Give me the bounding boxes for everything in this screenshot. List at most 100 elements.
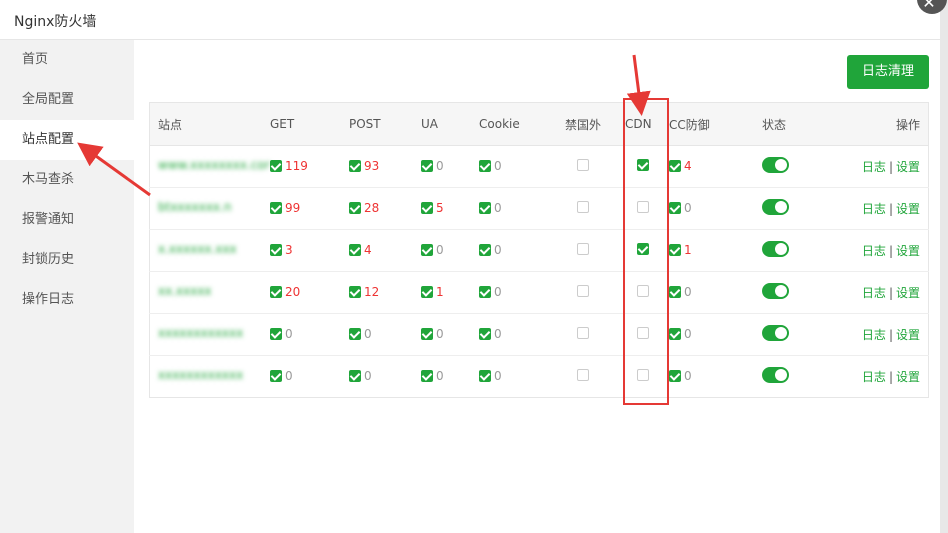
checkbox-unchecked-icon[interactable]: [637, 285, 649, 297]
checkbox-checked-icon[interactable]: [349, 243, 361, 256]
table-row: xxxxxxxxxxxx 0 0 0 0 0 日志 | 设置: [150, 356, 929, 398]
get-cell-count: 0: [285, 368, 293, 383]
log-link[interactable]: 日志: [862, 160, 886, 174]
settings-link[interactable]: 设置: [896, 328, 920, 342]
ua-cell: 1: [421, 271, 479, 314]
checkbox-checked-icon[interactable]: [479, 369, 491, 382]
operations-cell: 日志 | 设置: [832, 356, 929, 398]
site-name-link[interactable]: xxxxxxxxxxxx: [158, 326, 243, 340]
status-toggle[interactable]: [762, 199, 789, 215]
status-toggle[interactable]: [762, 157, 789, 173]
checkbox-checked-icon[interactable]: [669, 201, 681, 214]
sidebar-item[interactable]: 木马查杀: [0, 160, 134, 200]
checkbox-checked-icon[interactable]: [479, 159, 491, 172]
checkbox-unchecked-icon[interactable]: [637, 201, 649, 213]
post-cell-count: 4: [364, 242, 372, 257]
cookie-cell: 0: [479, 187, 565, 230]
checkbox-checked-icon[interactable]: [637, 159, 649, 171]
checkbox-checked-icon[interactable]: [421, 201, 433, 214]
checkbox-checked-icon[interactable]: [270, 243, 282, 256]
checkbox-checked-icon[interactable]: [270, 159, 282, 172]
site-name-link[interactable]: x.xxxxxx.xxx: [158, 242, 237, 256]
log-link[interactable]: 日志: [862, 328, 886, 342]
settings-link[interactable]: 设置: [896, 370, 920, 384]
status-cell: [762, 313, 832, 356]
cc-cell-count: 1: [684, 242, 692, 257]
sidebar-item[interactable]: 报警通知: [0, 200, 134, 240]
checkbox-checked-icon[interactable]: [479, 243, 491, 256]
cookie-cell-count: 0: [494, 326, 502, 341]
settings-link[interactable]: 设置: [896, 244, 920, 258]
checkbox-checked-icon[interactable]: [669, 369, 681, 382]
checkbox-checked-icon[interactable]: [421, 327, 433, 340]
status-toggle[interactable]: [762, 283, 789, 299]
sidebar-item[interactable]: 站点配置: [0, 120, 134, 160]
header-post: POST: [349, 102, 421, 146]
checkbox-checked-icon[interactable]: [421, 369, 433, 382]
settings-link[interactable]: 设置: [896, 286, 920, 300]
post-cell: 12: [349, 271, 421, 314]
settings-link[interactable]: 设置: [896, 160, 920, 174]
checkbox-checked-icon[interactable]: [479, 327, 491, 340]
checkbox-checked-icon[interactable]: [479, 285, 491, 298]
checkbox-checked-icon[interactable]: [349, 201, 361, 214]
checkbox-checked-icon[interactable]: [669, 327, 681, 340]
cookie-cell: 0: [479, 145, 565, 188]
cdn-cell: [625, 356, 669, 398]
site-name-link[interactable]: xx.xxxxx: [158, 284, 212, 298]
site-cell: xxxxxxxxxxxx: [150, 356, 271, 398]
status-cell: [762, 145, 832, 188]
checkbox-checked-icon[interactable]: [270, 327, 282, 340]
status-toggle[interactable]: [762, 367, 789, 383]
status-toggle[interactable]: [762, 325, 789, 341]
checkbox-checked-icon[interactable]: [421, 159, 433, 172]
checkbox-checked-icon[interactable]: [669, 243, 681, 256]
site-cell: btxxxxxxx.n: [149, 187, 270, 230]
site-name-link[interactable]: xxxxxxxxxxxx: [158, 368, 243, 382]
get-cell-count: 119: [285, 158, 308, 173]
post-cell-count: 0: [364, 326, 372, 341]
log-link[interactable]: 日志: [862, 202, 886, 216]
cdn-cell: [625, 313, 669, 356]
status-toggle[interactable]: [762, 241, 789, 257]
clear-logs-button[interactable]: 日志清理: [847, 55, 929, 89]
checkbox-checked-icon[interactable]: [349, 327, 361, 340]
checkbox-unchecked-icon[interactable]: [577, 285, 589, 297]
checkbox-checked-icon[interactable]: [349, 285, 361, 298]
checkbox-checked-icon[interactable]: [479, 201, 491, 214]
get-cell-count: 0: [285, 326, 293, 341]
checkbox-unchecked-icon[interactable]: [577, 201, 589, 213]
checkbox-checked-icon[interactable]: [270, 285, 282, 298]
checkbox-unchecked-icon[interactable]: [577, 369, 589, 381]
checkbox-checked-icon[interactable]: [349, 159, 361, 172]
post-cell: 4: [349, 229, 421, 272]
post-cell-count: 93: [364, 158, 380, 173]
operations-cell: 日志 | 设置: [832, 229, 929, 272]
checkbox-checked-icon[interactable]: [669, 159, 681, 172]
checkbox-checked-icon[interactable]: [421, 243, 433, 256]
checkbox-unchecked-icon[interactable]: [637, 369, 649, 381]
checkbox-checked-icon[interactable]: [270, 369, 282, 382]
checkbox-checked-icon[interactable]: [669, 285, 681, 298]
log-link[interactable]: 日志: [862, 286, 886, 300]
site-name-link[interactable]: www.xxxxxxxx.com: [158, 158, 270, 172]
checkbox-unchecked-icon[interactable]: [577, 159, 589, 171]
sidebar-item[interactable]: 全局配置: [0, 80, 134, 120]
settings-link[interactable]: 设置: [896, 202, 920, 216]
log-link[interactable]: 日志: [862, 244, 886, 258]
checkbox-checked-icon[interactable]: [270, 201, 282, 214]
site-name-link[interactable]: btxxxxxxx.n: [158, 200, 231, 214]
get-cell-count: 99: [285, 200, 301, 215]
table-row: www.xxxxxxxx.com 119 93 0 0 4 日志 | 设置: [149, 145, 929, 188]
checkbox-unchecked-icon[interactable]: [637, 327, 649, 339]
nginx-firewall-dialog: Nginx防火墙 首页 全局配置 站点配置 木马查杀 报警通知 封锁历史 操作日志 日志清理…: [0, 0, 947, 533]
sidebar-item[interactable]: 首页: [0, 40, 134, 80]
checkbox-unchecked-icon[interactable]: [577, 243, 589, 255]
checkbox-checked-icon[interactable]: [349, 369, 361, 382]
sidebar-item[interactable]: 操作日志: [0, 280, 134, 320]
checkbox-checked-icon[interactable]: [637, 243, 649, 255]
checkbox-checked-icon[interactable]: [421, 285, 433, 298]
sidebar-item[interactable]: 封锁历史: [0, 240, 134, 280]
log-link[interactable]: 日志: [862, 370, 886, 384]
checkbox-unchecked-icon[interactable]: [577, 327, 589, 339]
